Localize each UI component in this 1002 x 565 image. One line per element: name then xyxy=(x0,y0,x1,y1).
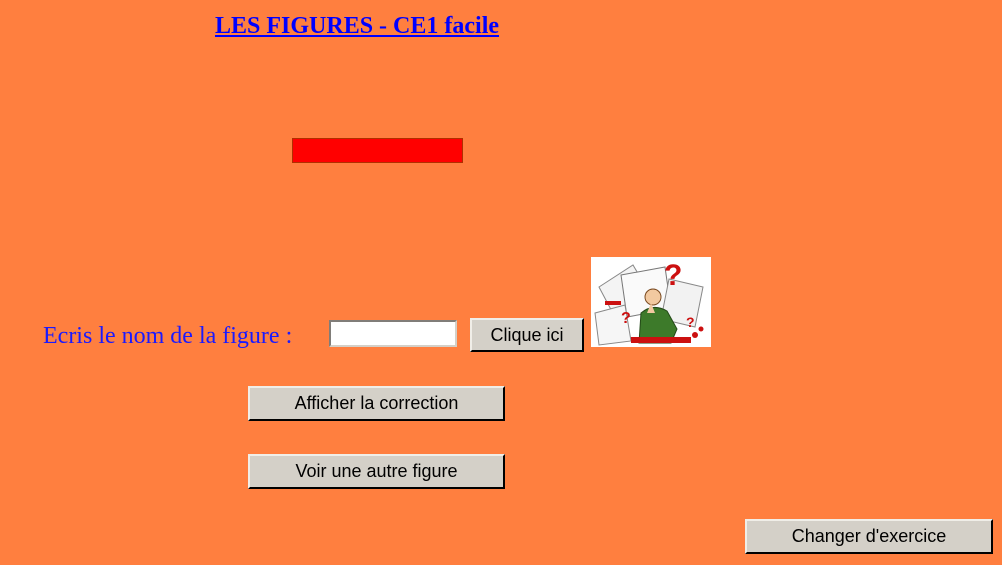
next-figure-button[interactable]: Voir une autre figure xyxy=(248,454,505,489)
svg-text:?: ? xyxy=(686,314,695,330)
answer-input[interactable] xyxy=(329,320,457,347)
change-exercise-button[interactable]: Changer d'exercice xyxy=(745,519,993,554)
page-title-link[interactable]: LES FIGURES - CE1 facile xyxy=(215,13,499,40)
question-marks-icon: ? ? ? xyxy=(594,259,704,346)
svg-text:?: ? xyxy=(621,310,631,327)
figure-rectangle xyxy=(292,138,463,163)
show-correction-button[interactable]: Afficher la correction xyxy=(248,386,505,421)
answer-prompt-label: Ecris le nom de la figure : xyxy=(43,323,293,349)
svg-text:?: ? xyxy=(664,259,682,292)
thinking-student-illustration: ? ? ? xyxy=(591,257,711,347)
check-answer-button[interactable]: Clique ici xyxy=(470,318,584,352)
